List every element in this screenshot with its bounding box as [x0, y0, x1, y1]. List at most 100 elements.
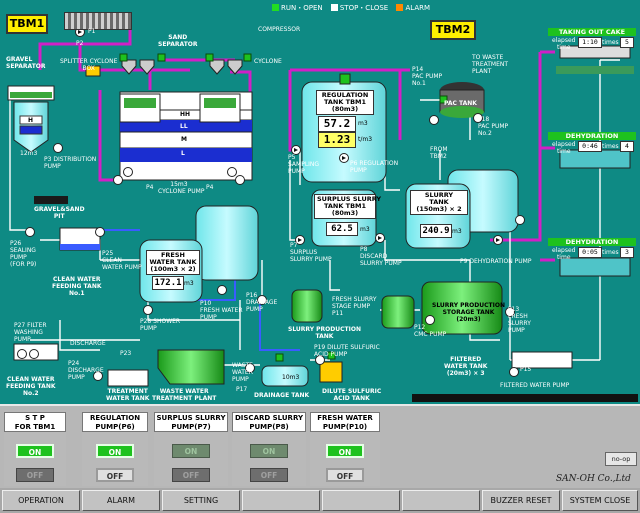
p24-label: P24 DISCHARGE PUMP: [68, 360, 104, 381]
p10-on-button[interactable]: ON: [326, 444, 364, 458]
p10-panel: FRESH WATER PUMP(P10) ON OFF: [310, 410, 380, 486]
dh1-time-readout: 0:46: [578, 141, 602, 152]
filtered-pump-label: FILTERED WATER PUMP: [500, 382, 570, 389]
p3-label: P3 DISTRIBUTION PUMP: [44, 156, 97, 170]
dh2-count-readout: 3: [620, 247, 634, 258]
p1-label: P1: [88, 28, 96, 35]
dh2-times-label: times: [602, 249, 619, 256]
run-legend-label: RUN・OPEN: [281, 4, 323, 12]
p26-label: P26 SEALING PUMP (FOR P9): [10, 240, 37, 268]
p13-label: P13 FRESH SLURRY PUMP: [508, 306, 531, 334]
p14-label: P14 PAC PUMP No.1: [412, 66, 443, 87]
waste-pump-label: WASTE WATER PUMP: [232, 362, 253, 383]
tbm2-label: TBM2: [430, 20, 476, 40]
tbm1-label: TBM1: [6, 14, 48, 34]
p6-off-button[interactable]: OFF: [96, 468, 134, 482]
discharge-label: DISCHARGE: [70, 340, 106, 347]
blank-button-1[interactable]: [242, 490, 320, 511]
regulation-density-unit: t/m3: [358, 136, 373, 143]
cyclone-label: CYCLONE: [254, 58, 282, 65]
alarm-button[interactable]: ALARM: [82, 490, 160, 511]
blank-button-3[interactable]: [402, 490, 480, 511]
p8-off-button[interactable]: OFF: [250, 468, 288, 482]
dh2-elapsed-label: elapsed time: [552, 247, 576, 261]
cake-count-readout: 5: [620, 37, 634, 48]
sampling-pump-label: P5 SAMPLING PUMP: [288, 154, 320, 175]
stp-off-button[interactable]: OFF: [16, 468, 54, 482]
p7-panel: SURPLUS SLURRY PUMP(P7) ON OFF: [154, 410, 228, 486]
circulation-tank-label: CIRCULATION TANK 15m3: [150, 174, 208, 188]
alarm-legend-swatch: [396, 4, 404, 11]
dh1-times-label: times: [602, 143, 619, 150]
slurry-storage-label: SLURRY PRODUCTION STORAGE TANK (20m3): [432, 302, 505, 323]
regulation-tank-title: REGULATION TANK TBM1 (80m3): [316, 90, 374, 115]
surplus-volume-unit: m3: [360, 226, 370, 233]
tbm1-grid: [64, 12, 132, 30]
p11-label: FRESH SLURRY STAGE PUMP P11: [332, 296, 377, 317]
control-panel: S T P FOR TBM1 ON OFF REGULATION PUMP(P6…: [0, 404, 640, 490]
legend: RUN・OPEN STOP・CLOSE ALARM: [272, 3, 430, 13]
setting-button[interactable]: SETTING: [162, 490, 240, 511]
stp-panel: S T P FOR TBM1 ON OFF: [4, 410, 66, 486]
stop-legend-label: STOP・CLOSE: [339, 4, 389, 12]
p28-label: P28 SHOWER PUMP: [140, 318, 181, 332]
compressor-label: COMPRESSOR: [258, 26, 301, 33]
fresh-volume-readout: 172.1: [152, 276, 184, 290]
p4-label: P4: [146, 184, 154, 191]
regulation-volume-readout: 57.2: [318, 116, 356, 132]
operation-button[interactable]: OPERATION: [2, 490, 80, 511]
p4b-label: P4: [206, 184, 214, 191]
p6-title: REGULATION PUMP(P6): [82, 412, 148, 432]
system-close-button[interactable]: SYSTEM CLOSE: [562, 490, 638, 511]
splitter-box-label: SPLITTER CYCLONE BOX: [60, 58, 118, 72]
slurry-volume-readout: 240.9: [420, 224, 452, 238]
p16-label: P16 DRAINAGE PUMP: [246, 292, 278, 313]
gravel-separator-label: GRAVEL SEPARATOR: [6, 56, 46, 70]
p19-label: P19 DILUTE SULFURIC ACID PUMP: [314, 344, 380, 358]
p7-off-button[interactable]: OFF: [172, 468, 210, 482]
no-op-button[interactable]: no-op: [605, 452, 637, 466]
p9-label: P9 DEHYDRATION PUMP: [460, 258, 532, 265]
cake-time-readout: 1:10: [578, 37, 602, 48]
slurry-production-label: SLURRY PRODUCTION TANK: [288, 326, 361, 340]
buzzer-reset-button[interactable]: BUZZER RESET: [482, 490, 560, 511]
dh1-elapsed-label: elapsed time: [552, 141, 576, 155]
p6-on-button[interactable]: ON: [96, 444, 134, 458]
p7-on-button[interactable]: ON: [172, 444, 210, 458]
dehydration-1-header: DEHYDRATION: [548, 132, 636, 140]
drainage-volume-label: 10m3: [282, 374, 300, 381]
clean-water-1-label: CLEAN WATER FEEDING TANK No.1: [52, 276, 102, 297]
p17-label: P17: [236, 386, 248, 393]
p10-title: FRESH WATER PUMP(P10): [310, 412, 380, 432]
blank-button-2[interactable]: [322, 490, 400, 511]
dh2-time-readout: 0:05: [578, 247, 602, 258]
p8-on-button[interactable]: ON: [250, 444, 288, 458]
cyclone-pump-label: CYCLONE PUMP: [158, 188, 205, 195]
waste-plant-label: WASTE WATER TREATMENT PLANT: [152, 388, 217, 402]
run-legend-swatch: [272, 4, 279, 11]
stop-legend-swatch: [330, 4, 338, 11]
drainage-tank-label: DRAINAGE TANK: [254, 392, 310, 399]
p15-label: P15: [520, 366, 532, 373]
m12-label: 12m3: [20, 150, 38, 157]
fresh-volume-unit: m3: [184, 280, 194, 287]
h-level-label: H: [28, 117, 34, 124]
m-level-label: M: [181, 136, 187, 143]
p27-label: P27 FILTER WASHING PUMP: [14, 322, 47, 343]
alarm-legend-label: ALARM: [405, 4, 431, 12]
dilute-tank-label: DILUTE SULFURIC ACID TANK: [322, 388, 382, 402]
stp-on-button[interactable]: ON: [16, 444, 54, 458]
cake-elapsed-label: elapsed time: [552, 37, 576, 51]
gravel-pit-label: GRAVEL&SAND PIT: [34, 206, 85, 220]
p2-label: P2: [76, 40, 84, 47]
p12-label: P12 CMC PUMP: [414, 324, 447, 338]
to-waste-label: TO WASTE TREATMENT PLANT: [472, 54, 509, 75]
p8-label: P8 DISCARD SLURRY PUMP: [360, 246, 402, 267]
p10-off-button[interactable]: OFF: [326, 468, 364, 482]
p18-label: P18 PAC PUMP No.2: [478, 116, 509, 137]
p6-label: P6 REGULATION PUMP: [350, 160, 399, 174]
p7-label: P7 SURPLUS SLURRY PUMP: [290, 242, 332, 263]
filtered-tank-label: FILTERED WATER TANK (20m3) × 3: [444, 356, 488, 377]
fresh-tank-title: FRESH WATER TANK (100m3 × 2): [146, 250, 200, 275]
regulation-volume-unit: m3: [358, 120, 368, 127]
